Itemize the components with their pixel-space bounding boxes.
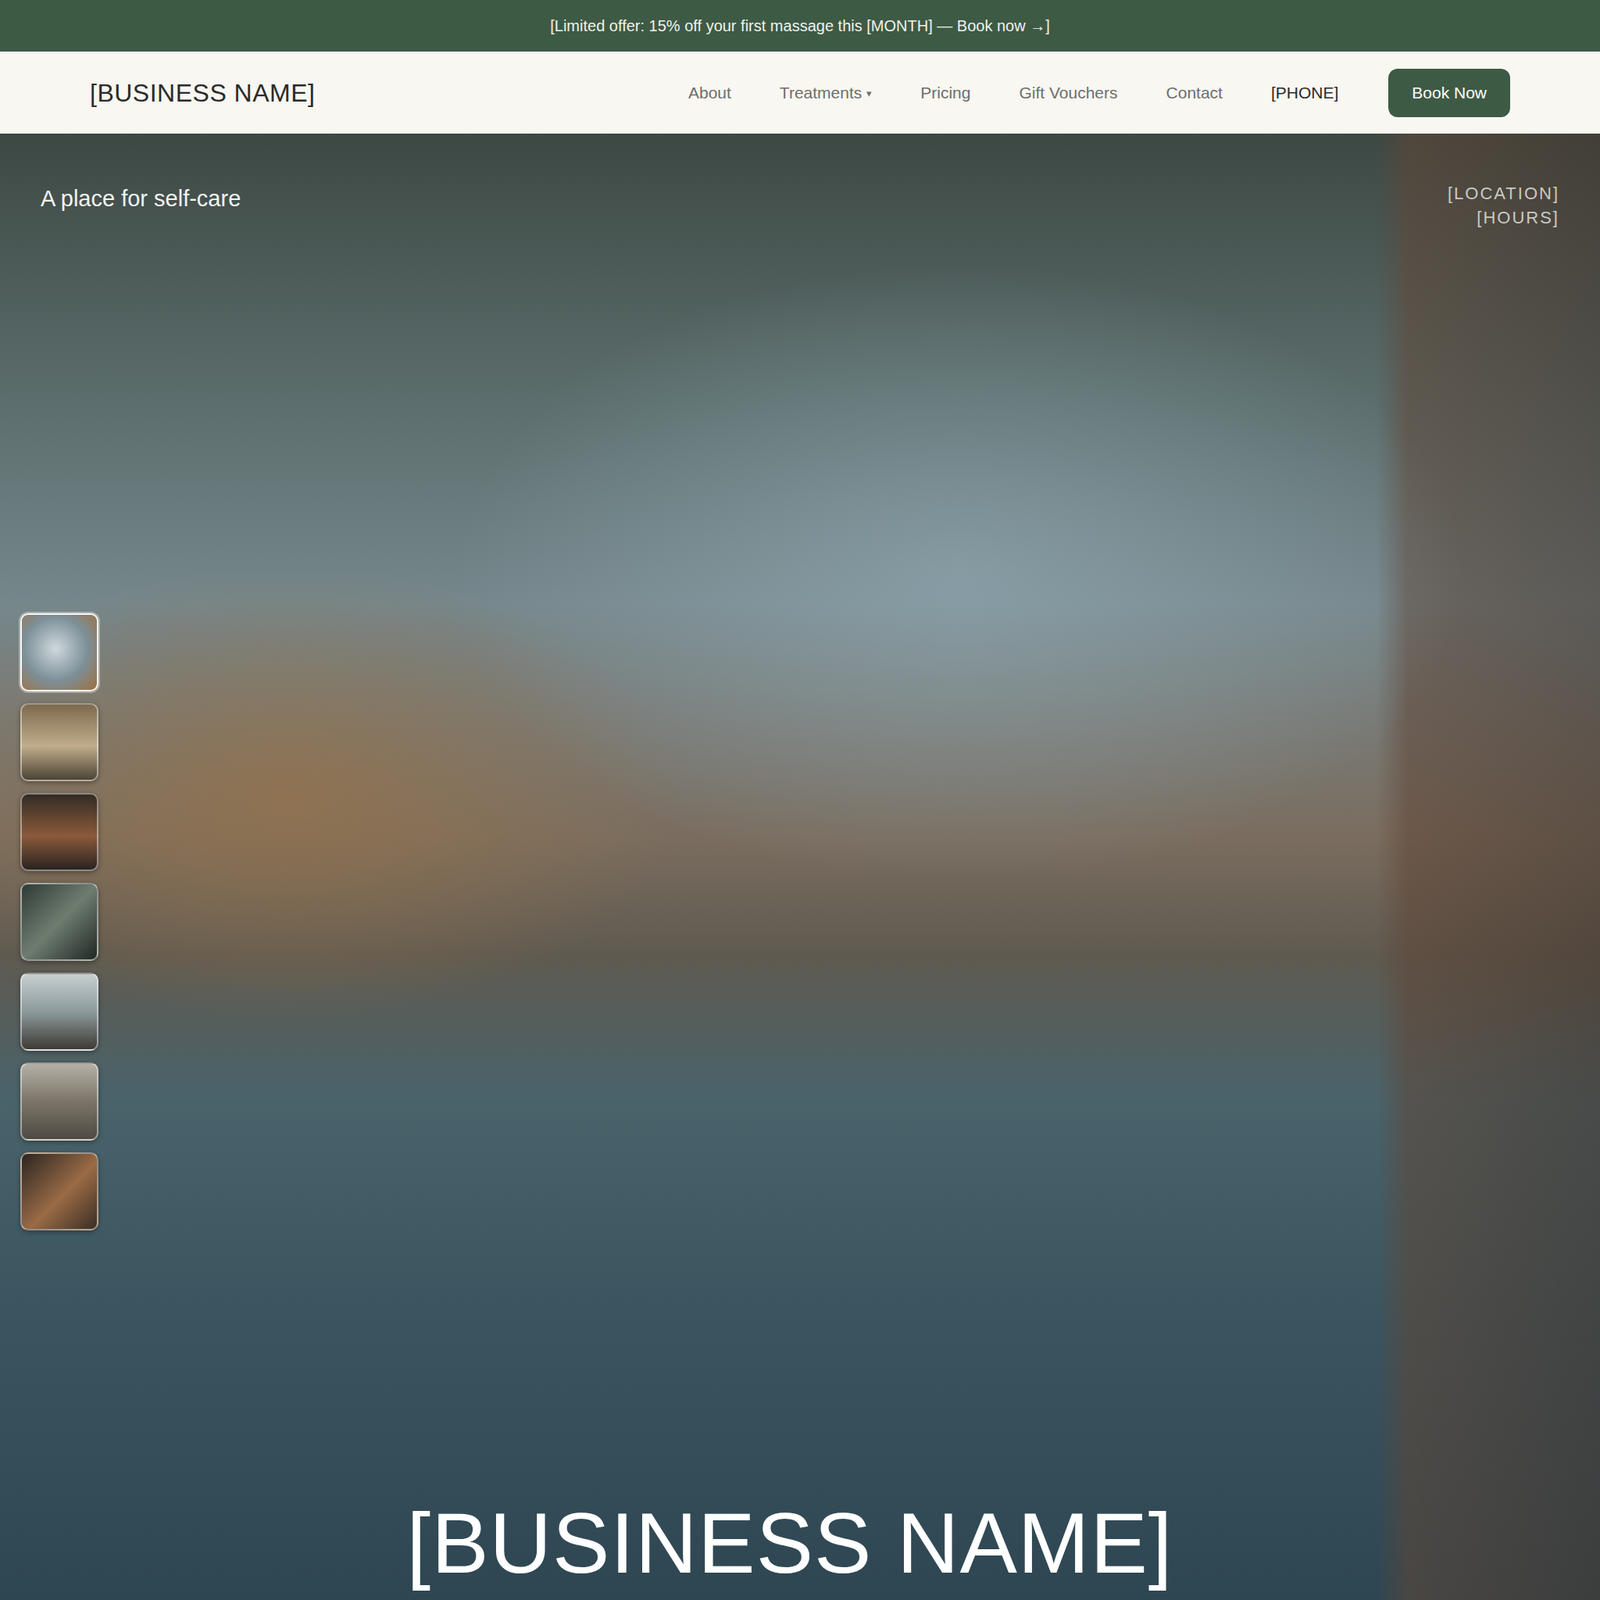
promo-text[interactable]: [Limited offer: 15% off your first massa… bbox=[550, 17, 1050, 35]
thumbnail-strip bbox=[20, 613, 99, 1231]
nav-label[interactable]: Treatments bbox=[779, 83, 862, 102]
nav-link[interactable]: [PHONE] bbox=[1271, 80, 1339, 106]
nav-label[interactable]: Contact bbox=[1166, 83, 1223, 102]
location-text: [LOCATION] bbox=[1447, 182, 1560, 207]
nav-link[interactable]: Pricing bbox=[920, 80, 971, 106]
nav-label[interactable]: [PHONE] bbox=[1271, 83, 1339, 102]
caret-icon[interactable]: ▾ bbox=[866, 87, 872, 100]
hours-text: [HOURS] bbox=[1447, 206, 1560, 231]
brand-logo[interactable]: [BUSINESS NAME] bbox=[89, 74, 315, 112]
gallery-thumbnail[interactable] bbox=[20, 613, 99, 692]
hero-title: [BUSINESS NAME] bbox=[20, 1495, 1560, 1593]
book-now-button[interactable]: Book Now bbox=[1388, 68, 1511, 118]
nav-label[interactable]: Gift Vouchers bbox=[1018, 83, 1118, 102]
gallery-thumbnail[interactable] bbox=[20, 1062, 99, 1141]
navbar: [BUSINESS NAME] About Treatments ▾ Pricing G… bbox=[0, 51, 1600, 134]
gallery-thumbnail[interactable] bbox=[20, 792, 99, 872]
gallery-thumbnail[interactable] bbox=[20, 1152, 99, 1231]
promo-bar[interactable]: [Limited offer: 15% off your first massa… bbox=[0, 0, 1600, 52]
hero: A place for self-care [LOCATION] [HOURS]… bbox=[0, 133, 1600, 1600]
nav-link[interactable]: Gift Vouchers bbox=[1018, 80, 1118, 106]
hero-tagline: A place for self-care bbox=[20, 182, 241, 217]
nav-link[interactable]: Treatments ▾ bbox=[779, 80, 872, 106]
nav-link[interactable]: About bbox=[688, 80, 732, 106]
nav-links: About Treatments ▾ Pricing Gift Vouchers Cont… bbox=[688, 80, 1339, 106]
gallery-thumbnail[interactable] bbox=[20, 882, 99, 961]
nav-link[interactable]: Contact bbox=[1166, 80, 1223, 106]
nav-label[interactable]: Pricing bbox=[920, 83, 971, 102]
gallery-thumbnail[interactable] bbox=[20, 703, 99, 782]
gallery-thumbnail[interactable] bbox=[20, 972, 99, 1051]
nav-label[interactable]: About bbox=[688, 83, 732, 102]
hero-meta: [LOCATION] [HOURS] bbox=[1447, 182, 1560, 231]
